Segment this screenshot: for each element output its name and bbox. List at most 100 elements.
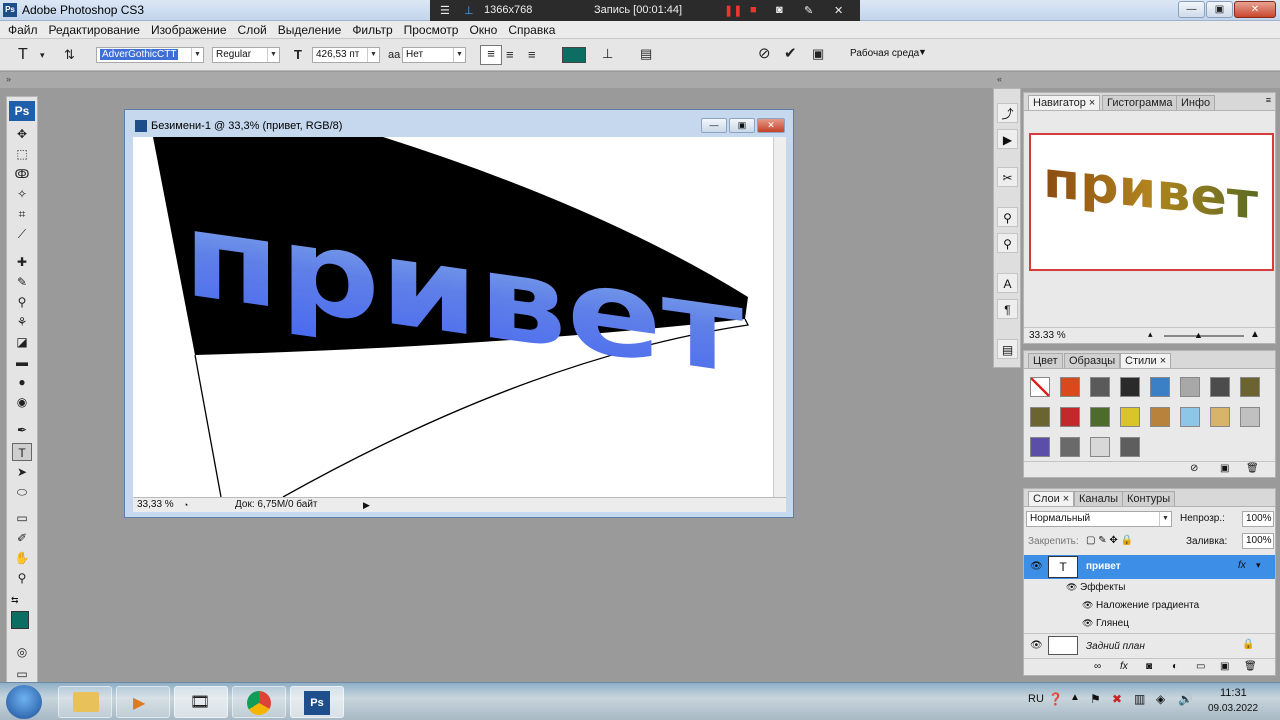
vertical-scrollbar[interactable]	[773, 137, 786, 497]
clone-source-icon[interactable]: ⚲	[997, 233, 1018, 253]
foreground-color-swatch[interactable]	[11, 611, 29, 629]
delete-layer-icon[interactable]: 🗑	[1244, 661, 1257, 672]
workspace-menu[interactable]: Рабочая среда	[850, 48, 919, 59]
paragraph-panel-icon[interactable]: ¶	[997, 299, 1018, 319]
tray-app-icon[interactable]: ✖	[1112, 692, 1122, 706]
dodge-tool-icon[interactable]: ◉	[12, 393, 32, 411]
taskbar-media-player[interactable]: ▶	[116, 686, 170, 718]
navigator-zoom[interactable]: 33.33 %	[1029, 330, 1066, 341]
visibility-eye-icon[interactable]: 👁	[1030, 561, 1043, 572]
doc-maximize-button[interactable]: ▣	[729, 118, 755, 133]
delete-style-icon[interactable]: 🗑	[1246, 463, 1259, 474]
align-right-icon[interactable]: ≡	[528, 47, 536, 63]
close-recorder-icon[interactable]: ✕	[834, 4, 843, 17]
text-orientation-icon[interactable]: ⇅	[64, 47, 75, 63]
tab-color[interactable]: Цвет	[1028, 353, 1063, 368]
tab-styles[interactable]: Стили ×	[1120, 353, 1172, 368]
status-menu-arrow-icon[interactable]: ▶	[363, 498, 370, 512]
taskbar-photoshop[interactable]: Ps	[290, 686, 344, 718]
adjustment-layer-icon[interactable]: ◐	[1172, 661, 1178, 672]
menu-file[interactable]: Файл	[8, 23, 38, 37]
taskbar-explorer[interactable]	[58, 686, 112, 718]
hand-tool-icon[interactable]: ✋	[12, 549, 32, 567]
menu-edit[interactable]: Редактирование	[49, 23, 140, 37]
taskbar-video-app[interactable]: 🎞	[174, 686, 228, 718]
zoom-slider[interactable]	[1164, 335, 1244, 337]
style-swatch[interactable]	[1180, 377, 1200, 397]
brushes-panel-icon[interactable]: ⚲	[997, 207, 1018, 227]
satin-eye-icon[interactable]: 👁	[1082, 618, 1093, 629]
lock-icons[interactable]: ▢ ✎ ✥ 🔒	[1086, 535, 1133, 546]
layer-row-text[interactable]: 👁 T привет fx ▾	[1024, 555, 1275, 579]
tool-preset-arrow-icon[interactable]: ▾	[40, 47, 45, 63]
pause-icon[interactable]: ❚❚	[724, 4, 742, 17]
style-swatch[interactable]	[1240, 407, 1260, 427]
lasso-tool-icon[interactable]: ↂ	[12, 165, 32, 183]
history-brush-tool-icon[interactable]: ⚘	[12, 313, 32, 331]
stop-icon[interactable]: ■	[750, 4, 757, 16]
eyedropper-tool-icon[interactable]: ✐	[12, 529, 32, 547]
expand-icon[interactable]: »	[6, 74, 11, 84]
recorder-resolution[interactable]: 1366x768	[484, 4, 532, 16]
add-mask-icon[interactable]: ◙	[1146, 661, 1152, 672]
style-swatch[interactable]	[1090, 407, 1110, 427]
collapse-icon[interactable]: «	[997, 74, 1002, 84]
tab-histogram[interactable]: Гистограмма	[1102, 95, 1178, 110]
tab-info[interactable]: Инфо	[1176, 95, 1216, 110]
menu-window[interactable]: Окно	[469, 23, 497, 37]
add-style-icon[interactable]: fx	[1120, 661, 1128, 672]
close-button[interactable]: ✕	[1234, 1, 1276, 18]
tab-layers[interactable]: Слои ×	[1028, 491, 1075, 506]
path-selection-tool-icon[interactable]: ➤	[12, 463, 32, 481]
style-swatch[interactable]	[1060, 407, 1080, 427]
tray-flag-icon[interactable]: ⚑	[1090, 692, 1101, 706]
navigator-preview[interactable]: привет	[1029, 133, 1274, 271]
workspace-chevron-icon[interactable]: ▼	[918, 47, 927, 57]
document-canvas[interactable]: привет	[133, 137, 773, 497]
effect-satin-row[interactable]: 👁 Глянец	[1024, 615, 1275, 633]
menu-view[interactable]: Просмотр	[404, 23, 459, 37]
style-swatch[interactable]	[1180, 407, 1200, 427]
style-swatch[interactable]	[1240, 377, 1260, 397]
marquee-tool-icon[interactable]: ⬚	[12, 145, 32, 163]
taskbar-chrome[interactable]	[232, 686, 286, 718]
text-layer-name[interactable]: привет	[1086, 561, 1121, 572]
clock-date[interactable]: 09.03.2022	[1208, 703, 1258, 714]
magic-wand-tool-icon[interactable]: ✧	[12, 185, 32, 203]
style-swatch[interactable]	[1090, 437, 1110, 457]
camera-icon[interactable]: ◙	[776, 4, 783, 16]
effect-gradient-overlay-row[interactable]: 👁 Наложение градиента	[1024, 597, 1275, 615]
align-center-icon[interactable]: ≡	[506, 47, 514, 63]
style-swatch[interactable]	[1120, 377, 1140, 397]
menu-help[interactable]: Справка	[508, 23, 555, 37]
bridge-icon[interactable]: ▣	[812, 46, 824, 62]
panel-menu-icon[interactable]: ≡	[1266, 95, 1271, 105]
expand-effects-icon[interactable]: ▾	[1256, 560, 1261, 571]
language-indicator[interactable]: RU	[1028, 693, 1044, 705]
clear-style-icon[interactable]: ⊘	[1190, 463, 1198, 474]
text-color-swatch[interactable]	[562, 47, 586, 63]
network-icon[interactable]: ▥	[1134, 692, 1145, 706]
antialias-select[interactable]: Нет ▼	[402, 47, 466, 63]
layer-effects-row[interactable]: 👁 Эффекты	[1024, 579, 1275, 597]
menu-icon[interactable]: ☰	[440, 4, 450, 17]
layer-comps-icon[interactable]: ▤	[997, 339, 1018, 359]
eraser-tool-icon[interactable]: ◪	[12, 333, 32, 351]
style-swatch[interactable]	[1060, 377, 1080, 397]
style-swatch[interactable]	[1120, 437, 1140, 457]
menu-layer[interactable]: Слой	[238, 23, 267, 37]
style-swatch[interactable]	[1030, 407, 1050, 427]
doc-minimize-button[interactable]: —	[701, 118, 727, 133]
tool-presets-icon[interactable]: ✂	[997, 167, 1018, 187]
character-panel-icon[interactable]: A	[997, 273, 1018, 293]
style-swatch[interactable]	[1030, 377, 1050, 397]
zoom-out-icon[interactable]: ▴	[1148, 329, 1153, 340]
commit-edit-icon[interactable]: ✔	[784, 46, 797, 62]
zoom-tool-icon[interactable]: ⚲	[12, 569, 32, 587]
tray-misc-icon[interactable]: ◈	[1156, 692, 1165, 706]
tray-arrow-icon[interactable]: ▲	[1070, 692, 1080, 703]
fill-field[interactable]: 100%	[1242, 533, 1274, 549]
pen-tool-icon[interactable]: ✒	[12, 421, 32, 439]
menu-filter[interactable]: Фильтр	[352, 23, 392, 37]
new-style-icon[interactable]: ▣	[1220, 463, 1229, 474]
